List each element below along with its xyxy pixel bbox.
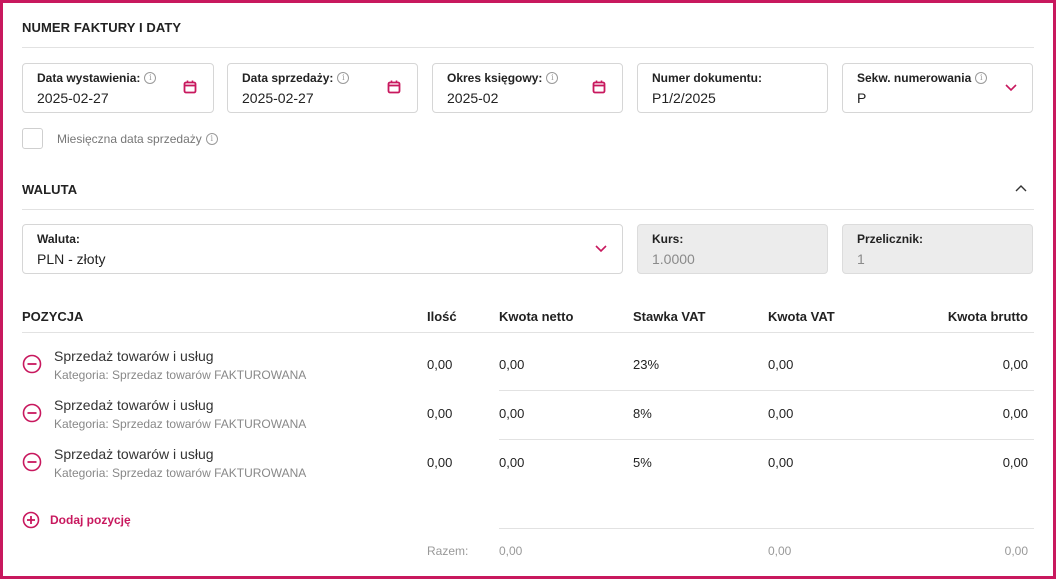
section-title-invoice: NUMER FAKTURY I DATY [22,20,182,35]
chevron-down-icon[interactable] [1004,82,1018,92]
info-icon[interactable]: i [337,72,350,84]
document-number-field[interactable]: Numer dokumentu: P1/2/2025 [637,63,828,113]
section-title-currency: WALUTA [22,182,78,197]
totals-label: Razem: [427,544,469,558]
position-title: Sprzedaż towarów i usług [54,397,214,413]
divider [499,390,1034,391]
position-net[interactable]: 0,00 [499,406,524,421]
sale-date-label: Data sprzedaży: [242,71,334,85]
converter-value: 1 [857,251,865,267]
add-circle-icon [22,511,40,529]
invoice-form-panel: NUMER FAKTURY I DATY Data wystawienia: i … [0,0,1056,579]
divider [499,528,1034,529]
divider [22,209,1034,210]
info-icon[interactable]: i [144,72,157,84]
issue-date-label: Data wystawienia: [37,71,141,85]
position-vat-rate[interactable]: 5% [633,455,652,470]
totals-gross: 0,00 [1004,544,1028,558]
position-gross: 0,00 [1002,406,1028,421]
exchange-rate-label: Kurs: [652,232,684,246]
position-gross: 0,00 [1002,357,1028,372]
position-vat-amount: 0,00 [768,455,794,470]
divider [499,439,1034,440]
issue-date-value: 2025-02-27 [37,90,109,106]
info-icon[interactable]: i [205,133,218,145]
column-header-gross: Kwota brutto [947,309,1028,324]
exchange-rate-field: Kurs: 1.0000 [637,224,828,274]
position-vat-amount: 0,00 [768,357,794,372]
column-header-qty: Ilość [427,309,457,324]
exchange-rate-value: 1.0000 [652,251,695,267]
monthly-sale-date-checkbox[interactable] [22,128,43,149]
column-header-vat-rate: Stawka VAT [633,309,706,324]
position-qty[interactable]: 0,00 [427,455,452,470]
remove-position-icon[interactable] [22,354,42,374]
converter-label: Przelicznik: [857,232,924,246]
position-net[interactable]: 0,00 [499,455,524,470]
position-vat-amount: 0,00 [768,406,794,421]
issue-date-field[interactable]: Data wystawienia: i 2025-02-27 [22,63,214,113]
converter-field: Przelicznik: 1 [842,224,1033,274]
totals-net: 0,00 [499,544,523,558]
monthly-sale-date-label: Miesięczna data sprzedaży [57,132,202,146]
add-position-button[interactable]: Dodaj pozycję [22,511,131,529]
position-vat-rate[interactable]: 23% [633,357,659,372]
calendar-icon[interactable] [592,80,606,94]
position-qty[interactable]: 0,00 [427,406,452,421]
divider [22,47,1034,48]
add-position-label: Dodaj pozycję [50,513,131,527]
remove-position-icon[interactable] [22,452,42,472]
position-category: Kategoria: Sprzedaz towarów FAKTUROWANA [54,368,307,382]
position-category: Kategoria: Sprzedaz towarów FAKTUROWANA [54,417,307,431]
currency-value: PLN - złoty [37,251,106,267]
accounting-period-field[interactable]: Okres księgowy: i 2025-02 [432,63,623,113]
chevron-up-icon[interactable] [1014,183,1028,193]
column-header-vat-amount: Kwota VAT [768,309,835,324]
numbering-sequence-label: Sekw. numerowania [857,71,972,85]
calendar-icon[interactable] [387,80,401,94]
position-title: Sprzedaż towarów i usług [54,348,214,364]
column-header-position: POZYCJA [22,309,84,324]
position-vat-rate[interactable]: 8% [633,406,652,421]
calendar-icon[interactable] [183,80,197,94]
info-icon[interactable]: i [975,72,988,84]
info-icon[interactable]: i [546,72,559,84]
document-number-label: Numer dokumentu: [652,71,763,85]
accounting-period-value: 2025-02 [447,90,499,106]
position-category: Kategoria: Sprzedaz towarów FAKTUROWANA [54,466,307,480]
position-gross: 0,00 [1002,455,1028,470]
sale-date-value: 2025-02-27 [242,90,314,106]
column-header-net: Kwota netto [499,309,574,324]
remove-position-icon[interactable] [22,403,42,423]
document-number-value: P1/2/2025 [652,90,716,106]
position-net[interactable]: 0,00 [499,357,524,372]
sale-date-field[interactable]: Data sprzedaży: i 2025-02-27 [227,63,418,113]
currency-select[interactable]: Waluta: PLN - złoty [22,224,623,274]
currency-label: Waluta: [37,232,80,246]
divider [22,332,1034,333]
position-title: Sprzedaż towarów i usług [54,446,214,462]
numbering-sequence-value: P [857,90,867,106]
chevron-down-icon[interactable] [594,243,608,253]
position-qty[interactable]: 0,00 [427,357,452,372]
numbering-sequence-select[interactable]: Sekw. numerowania i P [842,63,1033,113]
accounting-period-label: Okres księgowy: [447,71,543,85]
totals-vat-amount: 0,00 [768,544,792,558]
